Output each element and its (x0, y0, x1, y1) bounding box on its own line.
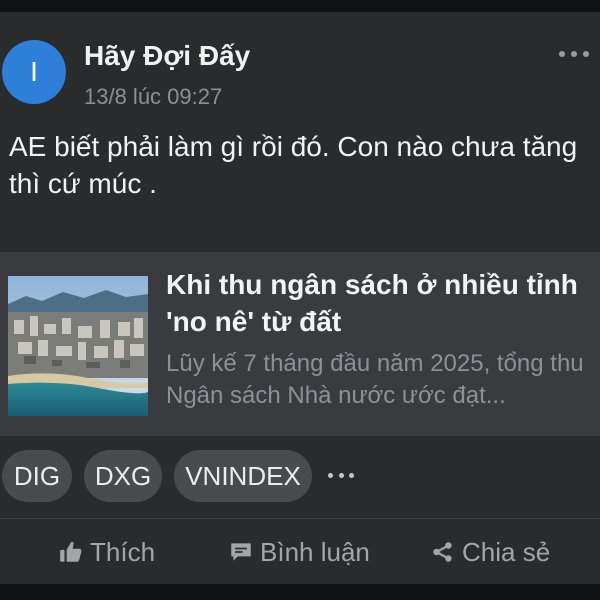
link-thumbnail (8, 276, 148, 416)
share-icon (433, 542, 452, 562)
more-options-icon[interactable] (559, 44, 589, 64)
post-timestamp[interactable]: 13/8 lúc 09:27 (84, 84, 222, 110)
dot (349, 472, 354, 478)
comment-label: Bình luận (260, 536, 370, 567)
share-button[interactable]: Chia sẻ (430, 532, 550, 572)
avatar-letter: I (30, 56, 38, 87)
tag-dig[interactable]: DIG (2, 450, 72, 502)
link-description: Lũy kế 7 tháng đầu năm 2025, tổng thu Ng… (166, 350, 584, 409)
thumbs-up-icon (60, 541, 82, 562)
dot (328, 472, 333, 478)
comment-button[interactable]: Bình luận (228, 532, 370, 572)
dot (338, 472, 344, 478)
author-name[interactable]: Hãy Đợi Đấy (84, 40, 250, 72)
divider (0, 518, 600, 519)
top-separator (0, 0, 600, 12)
link-title[interactable]: Khi thu ngân sách ở nhiều tỉnh 'no nê' t… (166, 266, 596, 340)
bottom-separator (0, 584, 600, 600)
dot (583, 51, 589, 57)
like-label: Thích (90, 536, 156, 567)
avatar[interactable]: I (2, 40, 66, 104)
link-preview[interactable]: Khi thu ngân sách ở nhiều tỉnh 'no nê' t… (0, 252, 600, 436)
tag-vnindex[interactable]: VNINDEX (174, 450, 312, 502)
dot (571, 51, 577, 57)
more-tags-icon[interactable] (328, 468, 354, 482)
like-button[interactable]: Thích (58, 532, 155, 572)
comment-icon (231, 543, 251, 561)
share-label: Chia sẻ (462, 536, 551, 567)
dot (559, 51, 565, 57)
tag-dxg[interactable]: DXG (84, 450, 162, 502)
post-text: AE biết phải làm gì rồi đó. Con nào chưa… (9, 131, 578, 199)
